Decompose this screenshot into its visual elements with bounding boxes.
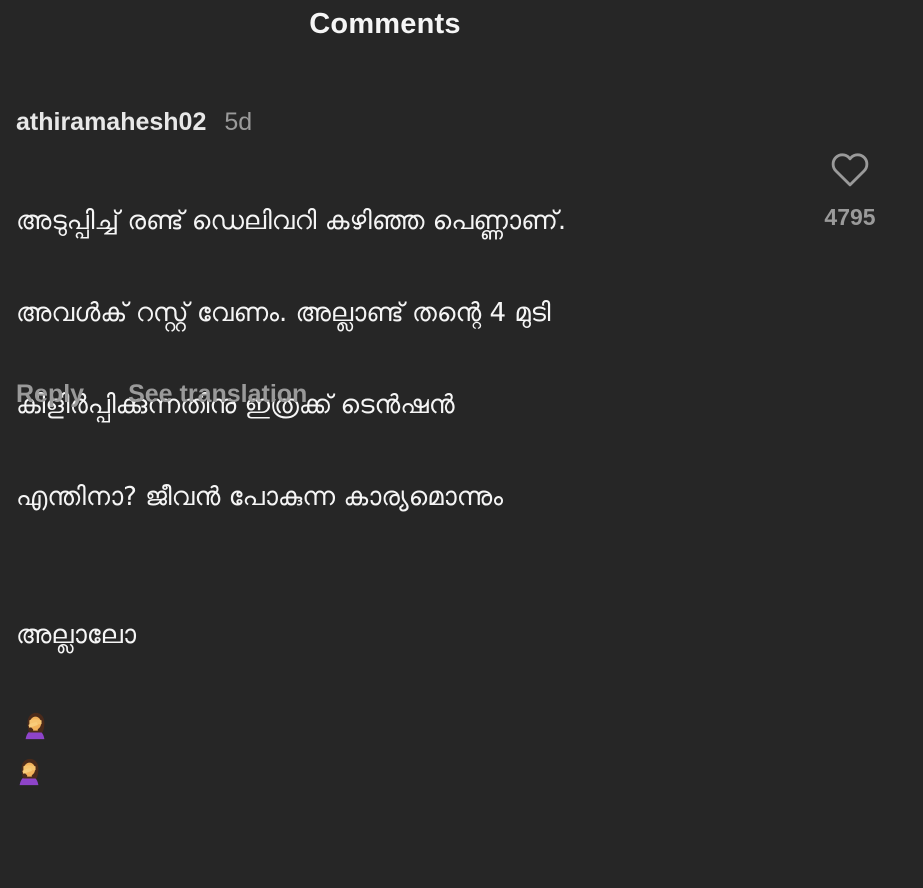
- comment-text-line: അവൾക് റസ്റ്റ് വേണം. അല്ലാണ്ട് തന്റെ 4 മു…: [16, 298, 551, 328]
- comment-text: അടുപ്പിച്ച് രണ്ട് ഡെലിവറി കഴിഞ്ഞ പെണ്ണാണ…: [16, 152, 776, 888]
- comment-text-line: എന്തിനാ? ജീവൻ പോകുന്ന കാര്യമൊന്നും: [16, 482, 504, 512]
- see-translation-button[interactable]: See translation: [128, 380, 307, 409]
- comment-text-last-line: അല്ലാലോ: [16, 566, 776, 842]
- heart-outline-icon[interactable]: [830, 150, 870, 188]
- comment-timestamp: 5d: [224, 108, 253, 136]
- comment-text-line: അടുപ്പിച്ച് രണ്ട് ഡെലിവറി കഴിഞ്ഞ പെണ്ണാണ…: [16, 206, 567, 236]
- comment-username[interactable]: athiramahesh02: [16, 108, 206, 137]
- facepalm-emoji-icon: [16, 712, 50, 788]
- reply-button[interactable]: Reply: [16, 380, 84, 409]
- like-block: 4795: [812, 150, 888, 231]
- comment-text-line: അല്ലാലോ: [16, 620, 137, 650]
- page-title: Comments: [309, 8, 461, 40]
- comment-actions: Reply See translation: [16, 380, 307, 409]
- comment-item: athiramahesh02 5d അടുപ്പിച്ച് രണ്ട് ഡെലി…: [16, 108, 806, 888]
- like-count: 4795: [824, 204, 876, 230]
- comment-meta: athiramahesh02 5d: [16, 108, 806, 144]
